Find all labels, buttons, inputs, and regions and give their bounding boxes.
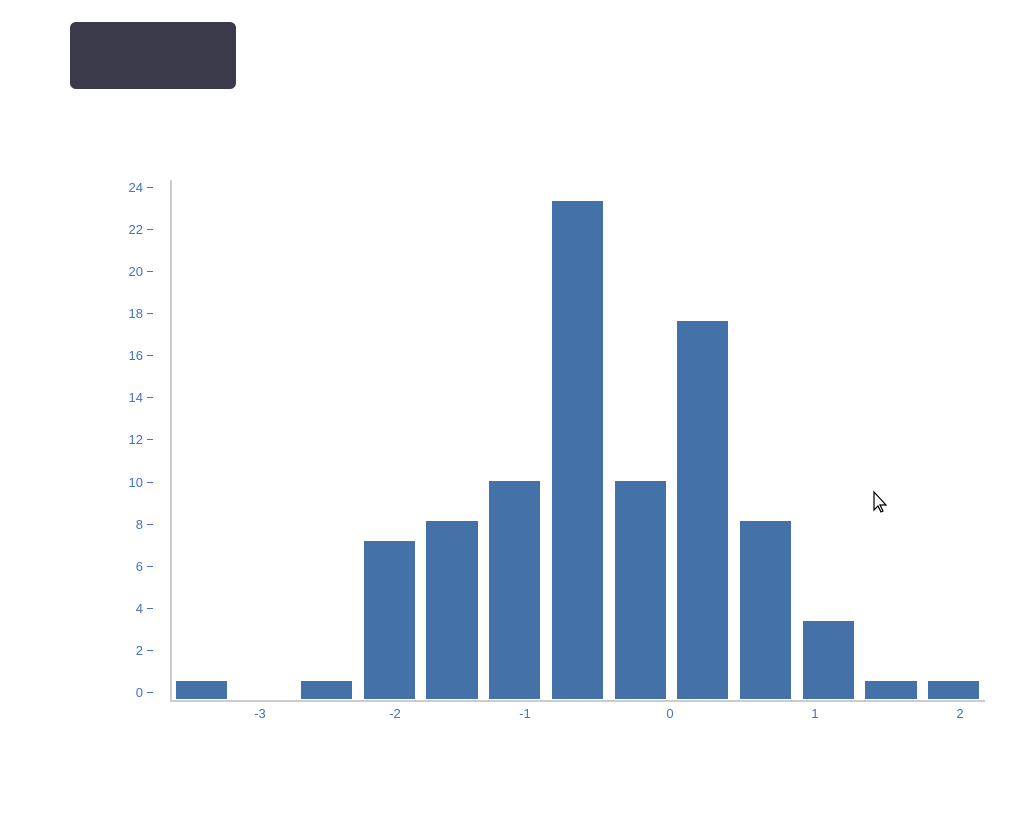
chart-area: 024681012141618202224 -3-2-1012 [115,180,985,740]
bar-group-6 [546,180,609,700]
bar-0 [175,680,228,700]
bar-group-8 [672,180,735,700]
x-tick--2: -2 [385,706,405,721]
bar-6 [551,200,604,700]
x-tick-1: 1 [805,706,825,721]
histogram-chart: 024681012141618202224 -3-2-1012 [60,150,1000,780]
y-tick-8: 8 [115,517,170,532]
bar-group-2 [295,180,358,700]
x-tick-0: 0 [660,706,680,721]
bar-7 [614,480,667,700]
bar-1 [237,698,290,700]
bar-2 [300,680,353,700]
x-tick--3: -3 [250,706,270,721]
x-tick--1: -1 [515,706,535,721]
y-tick-14: 14 [115,390,170,405]
bar-group-3 [358,180,421,700]
y-tick-16: 16 [115,348,170,363]
bar-group-12 [922,180,985,700]
y-tick-12: 12 [115,432,170,447]
refresh-data-button[interactable] [70,22,236,89]
bars-area [170,180,985,700]
bar-group-0 [170,180,233,700]
x-axis: -3 -2 -1 0 1 2 [170,702,985,732]
y-tick-4: 4 [115,601,170,616]
y-tick-10: 10 [115,475,170,490]
y-tick-0: 0 [115,685,170,700]
y-tick-2: 2 [115,643,170,658]
bar-10 [802,620,855,700]
bar-11 [864,680,917,700]
bar-group-5 [483,180,546,700]
bar-group-10 [797,180,860,700]
bar-3 [363,540,416,700]
bar-group-1 [233,180,296,700]
x-tick-2: 2 [950,706,970,721]
bar-12 [927,680,980,700]
y-axis: 024681012141618202224 [115,180,170,700]
y-tick-20: 20 [115,264,170,279]
bar-group-4 [421,180,484,700]
y-tick-22: 22 [115,222,170,237]
y-tick-6: 6 [115,559,170,574]
bar-group-9 [734,180,797,700]
bar-8 [676,320,729,700]
bar-5 [488,480,541,700]
y-tick-24: 24 [115,180,170,195]
bar-group-11 [860,180,923,700]
bar-4 [425,520,478,700]
y-tick-18: 18 [115,306,170,321]
bar-group-7 [609,180,672,700]
bar-9 [739,520,792,700]
